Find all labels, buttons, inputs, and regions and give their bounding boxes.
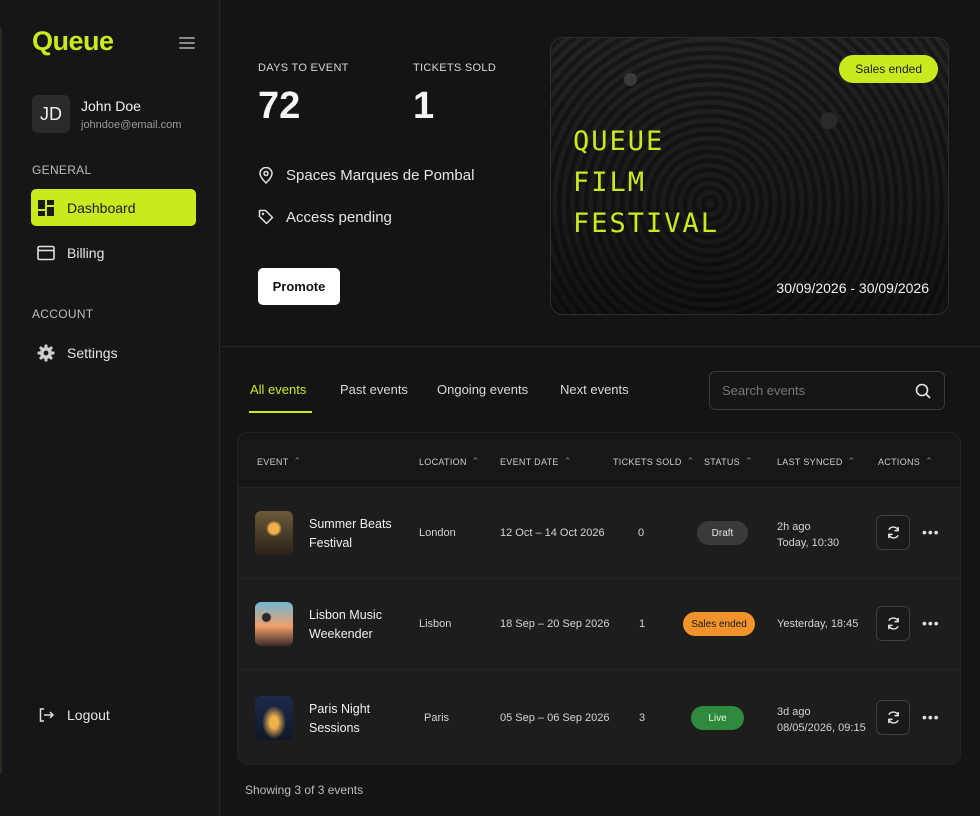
more-options-icon[interactable]: ••• <box>922 524 940 540</box>
event-banner[interactable]: Sales ended QUEUE FILM FESTIVAL 30/09/20… <box>550 37 949 315</box>
logout-label: Logout <box>67 706 110 723</box>
sort-icon: ⌃ <box>925 456 933 466</box>
column-header-tickets-sold[interactable]: TICKETS SOLD ⌃ <box>613 456 694 467</box>
sync-button[interactable] <box>876 515 910 550</box>
banner-title-line: QUEUE <box>573 126 665 157</box>
sidebar-edge <box>0 28 2 773</box>
sort-icon: ⌃ <box>293 456 302 466</box>
event-location: Lisbon <box>419 618 452 630</box>
card-icon <box>37 244 55 262</box>
venue-row: Spaces Marques de Pombal <box>258 166 474 184</box>
tab-next-events[interactable]: Next events <box>560 382 629 397</box>
event-location: Paris <box>424 712 450 724</box>
banner-title-line: FILM <box>573 167 647 198</box>
event-date: 18 Sep – 20 Sep 2026 <box>500 618 610 630</box>
last-synced: Yesterday, 18:45 <box>777 618 859 630</box>
column-header-actions[interactable]: ACTIONS ⌃ <box>878 456 933 467</box>
sync-button[interactable] <box>876 700 910 735</box>
column-header-status[interactable]: STATUS ⌃ <box>704 456 753 467</box>
last-synced: 3d ago 08/05/2026, 09:15 <box>777 706 866 734</box>
table-row[interactable]: Lisbon Music Weekender Lisbon 18 Sep – 2… <box>238 578 960 669</box>
search-icon[interactable] <box>914 382 932 400</box>
column-header-location[interactable]: LOCATION ⌃ <box>419 456 480 467</box>
banner-title: QUEUE FILM FESTIVAL <box>573 121 719 244</box>
sidebar-item-label: Settings <box>67 344 118 361</box>
dashboard-icon <box>37 199 55 217</box>
tab-underline <box>249 411 312 413</box>
event-thumbnail <box>255 602 293 646</box>
events-table: EVENT ⌃ LOCATION ⌃ EVENT DATE ⌃ TICKETS SOL… <box>237 432 961 765</box>
status-badge-draft: Draft <box>697 521 748 545</box>
section-label-general: GENERAL <box>32 163 92 177</box>
sync-button[interactable] <box>876 606 910 641</box>
refresh-icon <box>887 711 899 724</box>
days-to-event-value: 72 <box>258 85 301 127</box>
more-options-icon[interactable]: ••• <box>922 615 940 631</box>
days-to-event-label: DAYS TO EVENT <box>258 62 349 74</box>
tab-past-events[interactable]: Past events <box>340 382 408 397</box>
status-badge: Sales ended <box>839 55 938 83</box>
sort-icon: ⌃ <box>847 456 856 466</box>
event-date: 12 Oct – 14 Oct 2026 <box>500 527 605 539</box>
hamburger-icon[interactable] <box>179 37 195 50</box>
sidebar: Queue JD John Doe johndoe@email.com GENE… <box>0 0 220 816</box>
tickets-sold: 1 <box>639 618 646 630</box>
event-name[interactable]: Lisbon Music Weekender <box>309 606 409 644</box>
sort-icon: ⌃ <box>563 456 572 466</box>
table-row[interactable]: Summer Beats Festival London 12 Oct – 14… <box>238 487 960 578</box>
banner-dates: 30/09/2026 - 30/09/2026 <box>776 280 929 296</box>
event-name[interactable]: Summer Beats Festival <box>309 515 409 553</box>
pagination-summary: Showing 3 of 3 events <box>245 783 364 797</box>
tickets-sold-label: TICKETS SOLD <box>413 62 497 74</box>
tickets-sold: 0 <box>638 527 645 539</box>
user-name: John Doe <box>81 98 141 114</box>
sidebar-item-label: Dashboard <box>67 199 136 216</box>
section-label-account: ACCOUNT <box>32 307 94 321</box>
sort-icon: ⌃ <box>744 456 753 466</box>
event-date: 05 Sep – 06 Sep 2026 <box>500 712 610 724</box>
avatar[interactable]: JD <box>32 95 70 133</box>
logout-button[interactable]: Logout <box>31 696 196 733</box>
column-header-last-synced[interactable]: LAST SYNCED ⌃ <box>777 456 856 467</box>
promote-button[interactable]: Promote <box>258 268 340 305</box>
access-row: Access pending <box>258 208 392 226</box>
column-header-event[interactable]: EVENT ⌃ <box>257 456 301 467</box>
event-name[interactable]: Paris Night Sessions <box>309 700 409 738</box>
event-thumbnail <box>255 511 293 555</box>
tickets-sold: 3 <box>639 712 646 724</box>
sidebar-item-label: Billing <box>67 244 105 261</box>
more-options-icon[interactable]: ••• <box>922 709 940 725</box>
last-synced: 2h ago Today, 10:30 <box>777 521 840 549</box>
tickets-sold-value: 1 <box>413 85 435 127</box>
sidebar-item-dashboard[interactable]: Dashboard <box>31 189 196 226</box>
app-logo[interactable]: Queue <box>32 26 114 57</box>
event-location: London <box>419 527 456 539</box>
status-badge-live: Live <box>691 706 744 730</box>
sidebar-item-billing[interactable]: Billing <box>31 234 196 271</box>
banner-title-line: FESTIVAL <box>573 208 720 239</box>
user-email: johndoe@email.com <box>81 119 182 131</box>
tag-icon <box>258 208 274 226</box>
location-pin-icon <box>258 166 274 184</box>
venue-text: Spaces Marques de Pombal <box>286 166 475 184</box>
tab-all-events[interactable]: All events <box>250 382 306 397</box>
search-input[interactable] <box>722 372 912 409</box>
event-overview: DAYS TO EVENT 72 TICKETS SOLD 1 Spaces M… <box>221 0 980 347</box>
refresh-icon <box>887 526 899 539</box>
sort-icon: ⌃ <box>686 456 695 466</box>
table-row[interactable]: Paris Night Sessions Paris 05 Sep – 06 S… <box>238 669 960 764</box>
search-box <box>709 371 945 410</box>
refresh-icon <box>887 617 899 630</box>
sort-icon: ⌃ <box>471 456 480 466</box>
tab-ongoing-events[interactable]: Ongoing events <box>437 382 528 397</box>
event-thumbnail <box>255 696 293 740</box>
status-badge-sales-ended: Sales ended <box>683 612 755 636</box>
logout-icon <box>37 706 55 724</box>
access-text: Access pending <box>286 208 392 226</box>
sidebar-item-settings[interactable]: Settings <box>31 334 196 371</box>
gear-icon <box>37 344 55 362</box>
column-header-event-date[interactable]: EVENT DATE ⌃ <box>500 456 572 467</box>
